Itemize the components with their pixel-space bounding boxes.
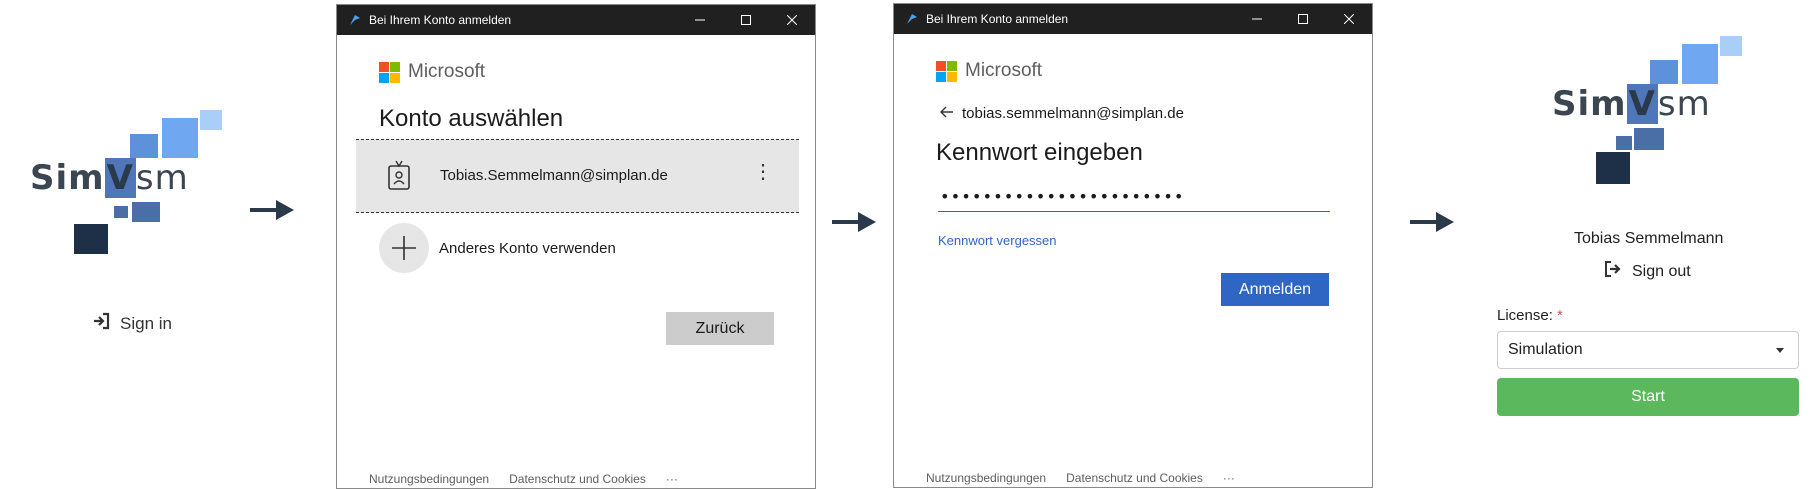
signin-submit-button[interactable]: Anmelden xyxy=(1221,273,1329,306)
flow-arrow-icon xyxy=(250,200,294,220)
logo-square xyxy=(132,202,160,222)
license-selected-value: Simulation xyxy=(1508,341,1583,358)
logo-wordmark: SimVsm xyxy=(1552,84,1711,124)
window-title: Bei Ihrem Konto anmelden xyxy=(926,12,1069,26)
badge-icon xyxy=(388,160,410,195)
start-button[interactable]: Start xyxy=(1497,378,1799,416)
logo-text-sm: sm xyxy=(1657,84,1711,124)
microsoft-logo: Microsoft xyxy=(379,61,485,83)
more-options-icon[interactable]: ⋮ xyxy=(753,162,773,182)
account-email: tobias.semmelmann@simplan.de xyxy=(962,105,1184,122)
logo-text-v: V xyxy=(104,158,136,198)
logo-square xyxy=(1616,136,1632,150)
dialog-footer: Nutzungsbedingungen Datenschutz und Cook… xyxy=(369,472,678,486)
logo-wordmark: SimVsm xyxy=(30,158,189,198)
footer-more-icon[interactable]: ··· xyxy=(1223,471,1235,485)
account-picker-dialog: Bei Ihrem Konto anmelden Microsoft Konto… xyxy=(336,4,816,489)
dialog-heading: Kennwort eingeben xyxy=(936,139,1143,166)
use-other-account[interactable]: Anderes Konto verwenden xyxy=(379,223,616,273)
privacy-link[interactable]: Datenschutz und Cookies xyxy=(1066,471,1203,485)
logo-square xyxy=(1682,44,1718,84)
terms-link[interactable]: Nutzungsbedingungen xyxy=(369,472,489,486)
plus-icon xyxy=(379,223,429,273)
required-marker: * xyxy=(1557,307,1563,324)
microsoft-brand-text: Microsoft xyxy=(965,60,1043,81)
back-to-account[interactable]: tobias.semmelmann@simplan.de xyxy=(940,105,1184,122)
user-name: Tobias Semmelmann xyxy=(1574,230,1724,247)
simvsm-logo: SimVsm xyxy=(30,110,230,260)
privacy-link[interactable]: Datenschutz und Cookies xyxy=(509,472,646,486)
close-icon[interactable] xyxy=(1326,4,1372,34)
microsoft-grid-icon xyxy=(936,60,957,82)
simvsm-logo: SimVsm xyxy=(1552,36,1752,186)
sign-in-link[interactable]: Sign in xyxy=(92,312,172,335)
logo-square xyxy=(162,118,198,158)
window-titlebar: Bei Ihrem Konto anmelden xyxy=(894,4,1372,34)
dialog-heading: Konto auswählen xyxy=(379,105,564,132)
logo-square xyxy=(200,110,222,130)
flow-arrow-icon xyxy=(1410,212,1454,232)
license-label-text: License: xyxy=(1497,307,1553,324)
maximize-icon[interactable] xyxy=(723,5,769,35)
logo-text-sm: sm xyxy=(135,158,189,198)
sign-in-label: Sign in xyxy=(120,313,172,333)
logo-square xyxy=(1650,60,1678,84)
logo-square xyxy=(130,134,158,158)
microsoft-logo: Microsoft xyxy=(936,60,1042,82)
logo-text-sim: Sim xyxy=(30,158,105,198)
password-input[interactable] xyxy=(938,182,1330,212)
sign-out-icon xyxy=(1604,260,1622,283)
microsoft-brand-text: Microsoft xyxy=(408,61,486,82)
logo-text-v: V xyxy=(1626,84,1658,124)
license-select[interactable]: Simulation xyxy=(1497,331,1799,369)
flow-arrow-icon xyxy=(832,212,876,232)
minimize-icon[interactable] xyxy=(1234,4,1280,34)
license-label: License: * xyxy=(1497,307,1563,324)
account-email: Tobias.Semmelmann@simplan.de xyxy=(440,167,668,184)
logo-square xyxy=(114,206,128,218)
logo-square xyxy=(1596,152,1630,184)
maximize-icon[interactable] xyxy=(1280,4,1326,34)
logo-square xyxy=(1634,128,1664,150)
logo-text-sim: Sim xyxy=(1552,84,1627,124)
logo-square xyxy=(74,224,108,254)
footer-more-icon[interactable]: ··· xyxy=(666,472,678,486)
sign-out-label: Sign out xyxy=(1632,262,1691,280)
back-arrow-icon xyxy=(940,105,954,122)
app-icon xyxy=(350,15,360,25)
window-titlebar: Bei Ihrem Konto anmelden xyxy=(337,5,815,35)
microsoft-grid-icon xyxy=(379,61,400,83)
minimize-icon[interactable] xyxy=(677,5,723,35)
use-other-account-label: Anderes Konto verwenden xyxy=(439,239,616,257)
forgot-password-link[interactable]: Kennwort vergessen xyxy=(938,233,1057,248)
terms-link[interactable]: Nutzungsbedingungen xyxy=(926,471,1046,485)
logo-square xyxy=(1720,36,1742,56)
account-tile[interactable]: Tobias.Semmelmann@simplan.de ⋮ xyxy=(356,139,799,213)
dialog-footer: Nutzungsbedingungen Datenschutz und Cook… xyxy=(926,471,1235,485)
back-button[interactable]: Zurück xyxy=(666,312,774,345)
sign-out-link[interactable]: Sign out xyxy=(1604,260,1691,283)
password-dialog: Bei Ihrem Konto anmelden Microsoft tobia… xyxy=(893,3,1373,488)
sign-in-icon xyxy=(92,312,110,335)
chevron-down-icon xyxy=(1776,348,1784,353)
window-title: Bei Ihrem Konto anmelden xyxy=(369,13,512,27)
app-icon xyxy=(907,14,917,24)
close-icon[interactable] xyxy=(769,5,815,35)
